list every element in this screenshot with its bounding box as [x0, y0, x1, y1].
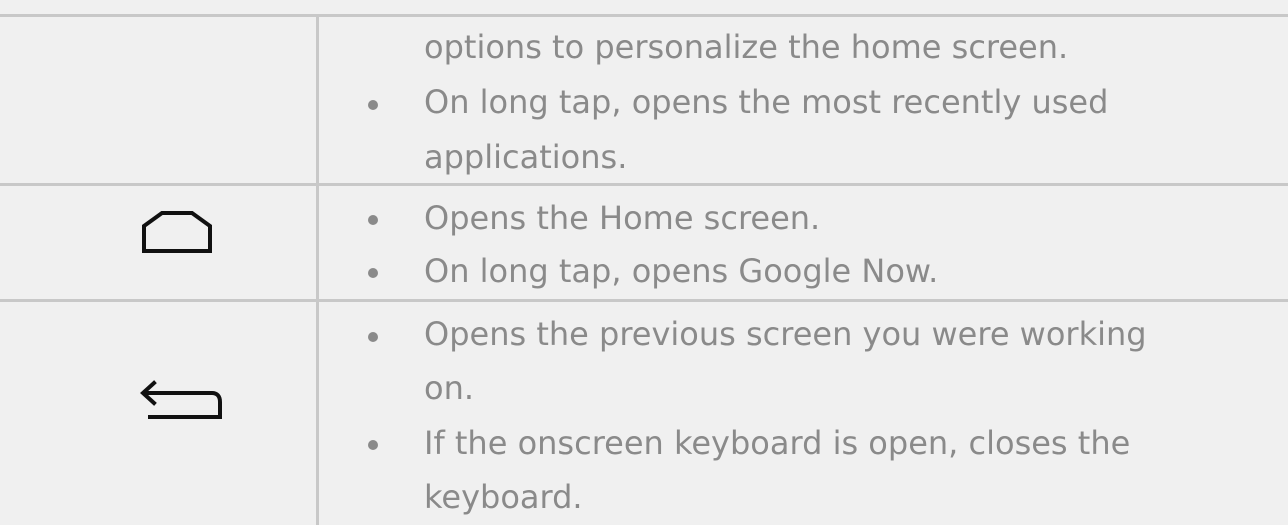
column-divider	[316, 14, 319, 525]
description-text: keyboard.	[424, 478, 583, 516]
description-text: Opens the previous screen you were worki…	[424, 315, 1147, 353]
description-text: Opens the Home screen.	[424, 199, 821, 237]
description-text: on.	[424, 369, 475, 407]
bullet-point	[368, 268, 378, 278]
table-top-border	[0, 14, 1288, 17]
bullet-point	[368, 332, 378, 342]
home-icon	[142, 211, 212, 253]
back-icon	[140, 380, 222, 419]
navigation-keys-table: options to personalize the home screen. …	[0, 0, 1288, 525]
description-text: If the onscreen keyboard is open, closes…	[424, 424, 1131, 462]
bullet-point	[368, 100, 378, 110]
row-divider	[0, 299, 1288, 302]
description-text: options to personalize the home screen.	[424, 28, 1069, 66]
description-text: On long tap, opens the most recently use…	[424, 83, 1109, 121]
description-text: applications.	[424, 138, 628, 176]
description-text: On long tap, opens Google Now.	[424, 252, 939, 290]
bullet-point	[368, 215, 378, 225]
bullet-point	[368, 440, 378, 450]
row-divider	[0, 183, 1288, 186]
